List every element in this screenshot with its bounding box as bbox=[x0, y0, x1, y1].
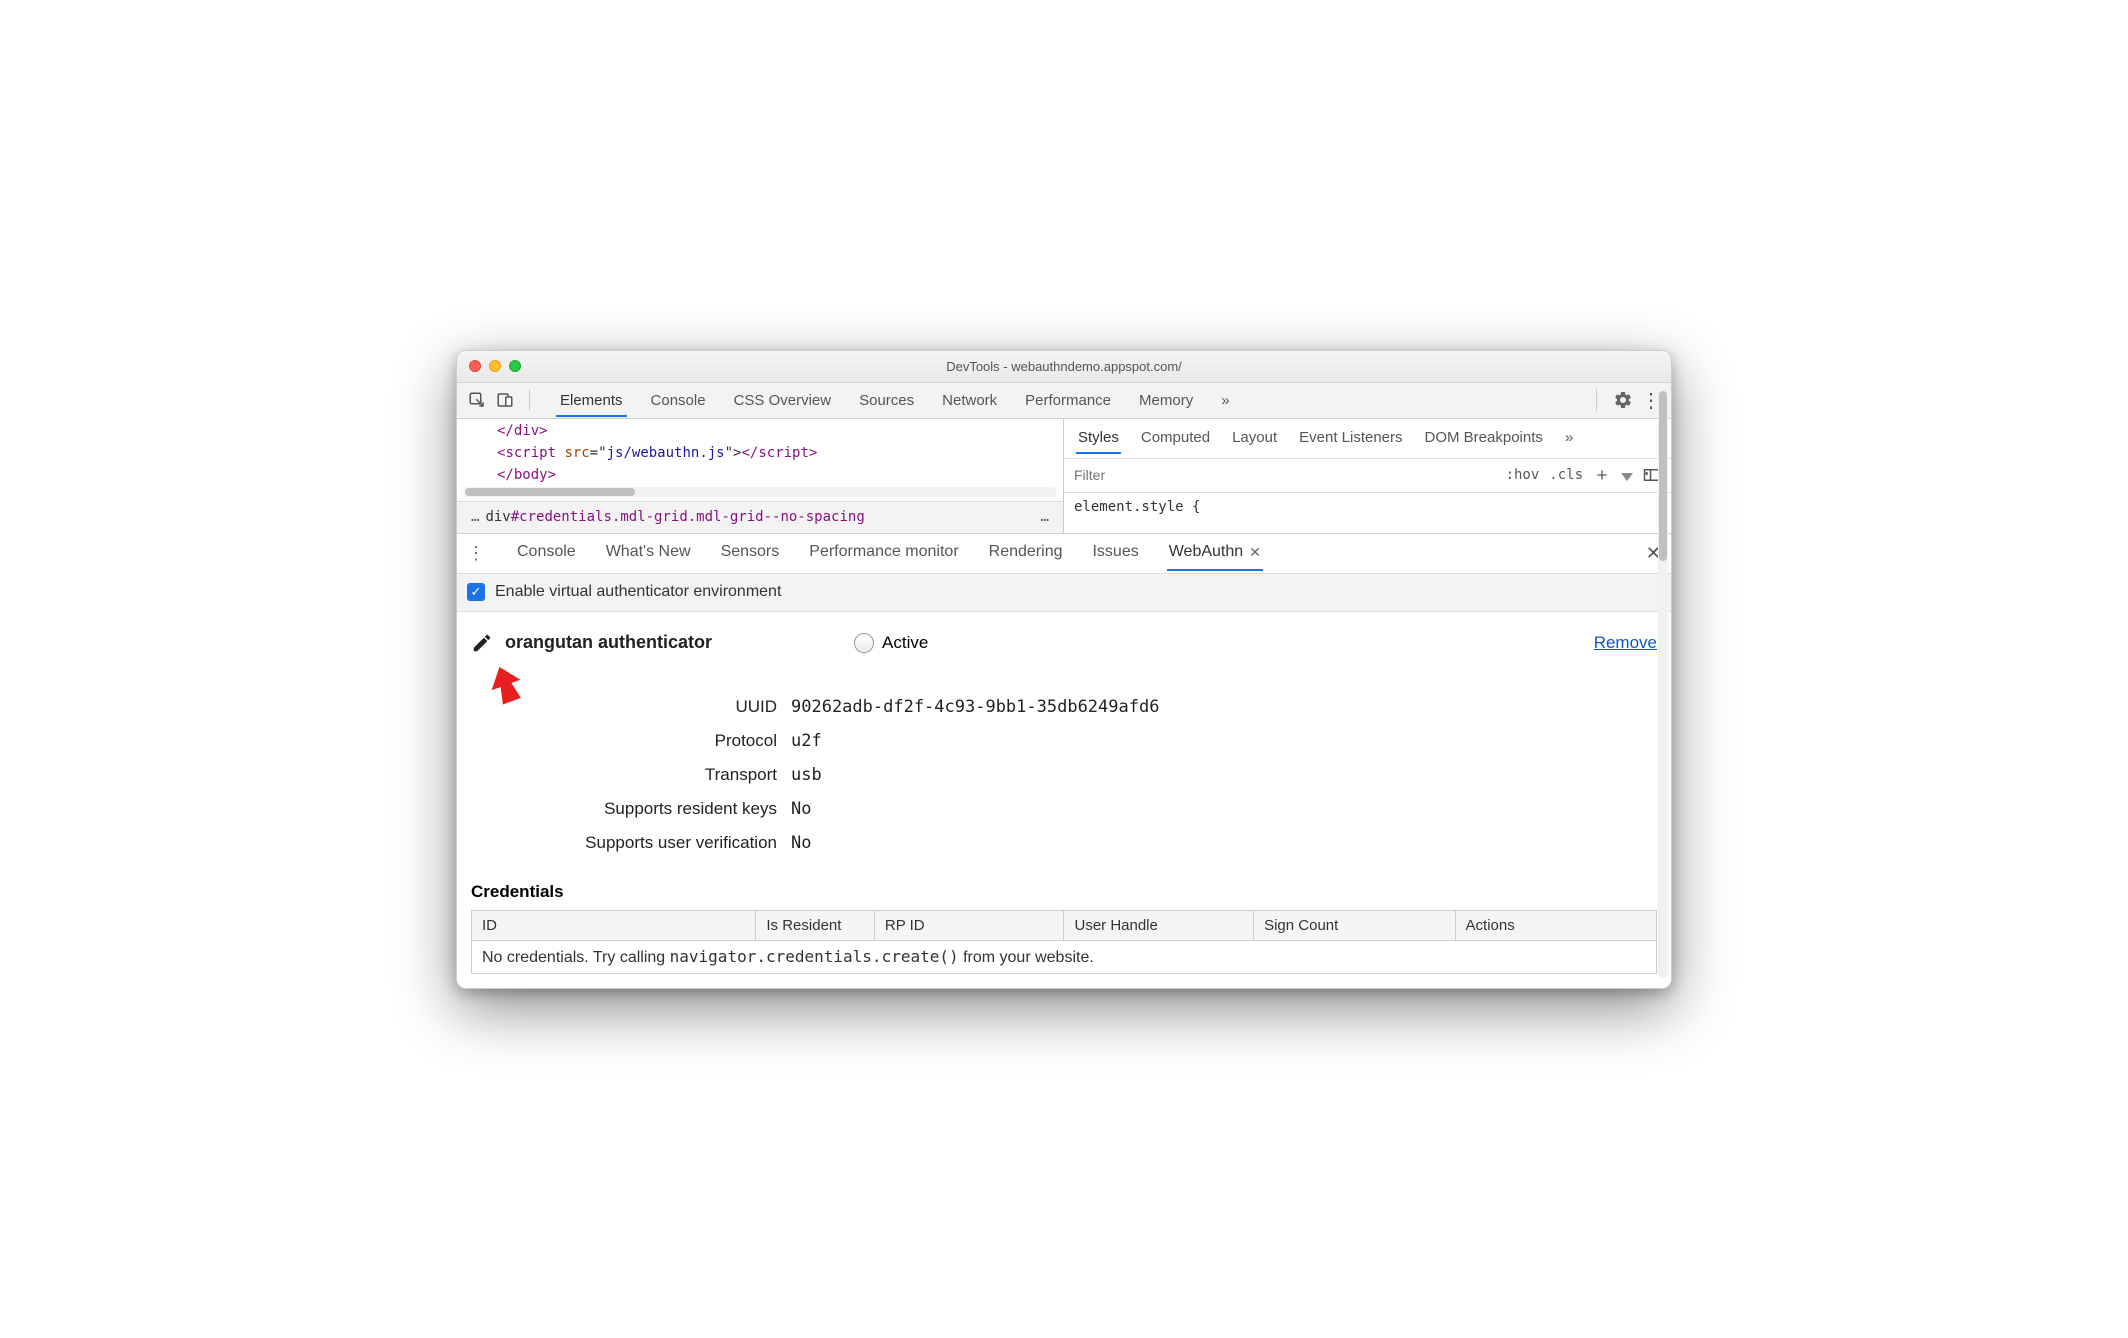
drawer-tab-rendering[interactable]: Rendering bbox=[987, 535, 1065, 571]
breadcrumb-left-more[interactable]: … bbox=[465, 509, 485, 525]
prop-value-uuid: 90262adb-df2f-4c93-9bb1-35db6249afd6 bbox=[791, 697, 1159, 717]
tab-elements[interactable]: Elements bbox=[556, 384, 627, 417]
col-signcount: Sign Count bbox=[1254, 910, 1455, 940]
titlebar: DevTools - webauthndemo.appspot.com/ bbox=[457, 351, 1671, 383]
styles-filter-input[interactable] bbox=[1064, 461, 1496, 489]
style-rule-options-icon[interactable] bbox=[1621, 473, 1633, 481]
device-toolbar-icon[interactable] bbox=[493, 388, 517, 412]
authenticator-properties: UUID90262adb-df2f-4c93-9bb1-35db6249afd6… bbox=[471, 690, 1657, 860]
breadcrumb-right-more[interactable]: … bbox=[1035, 509, 1055, 525]
col-rpid: RP ID bbox=[874, 910, 1064, 940]
prop-label-transport: Transport bbox=[471, 765, 791, 785]
drawer-tab-issues[interactable]: Issues bbox=[1090, 535, 1140, 571]
prop-value-protocol: u2f bbox=[791, 731, 822, 751]
credentials-empty-row: No credentials. Try calling navigator.cr… bbox=[472, 940, 1657, 973]
active-label: Active bbox=[882, 633, 928, 653]
right-tabs-overflow[interactable]: » bbox=[1563, 425, 1575, 454]
drawer-tabs: ⋮ Console What's New Sensors Performance… bbox=[457, 534, 1671, 574]
active-radio[interactable] bbox=[854, 633, 874, 653]
drawer-tab-webauthn[interactable]: WebAuthn ✕ bbox=[1167, 535, 1263, 571]
enable-virtual-auth-label: Enable virtual authenticator environment bbox=[495, 583, 781, 601]
tab-dom-breakpoints[interactable]: DOM Breakpoints bbox=[1423, 425, 1545, 454]
credentials-heading: Credentials bbox=[471, 882, 1657, 902]
tab-event-listeners[interactable]: Event Listeners bbox=[1297, 425, 1404, 454]
breadcrumb[interactable]: … div#credentials.mdl-grid.mdl-grid--no-… bbox=[457, 501, 1063, 533]
annotation-arrow-icon bbox=[483, 662, 529, 708]
prop-value-uv: No bbox=[791, 833, 811, 853]
tab-css-overview[interactable]: CSS Overview bbox=[730, 384, 836, 417]
tab-layout[interactable]: Layout bbox=[1230, 425, 1279, 454]
enable-virtual-auth-checkbox[interactable]: ✓ bbox=[467, 583, 485, 601]
col-userhandle: User Handle bbox=[1064, 910, 1254, 940]
drawer-tab-console[interactable]: Console bbox=[515, 535, 578, 571]
code-tag: </ bbox=[497, 423, 514, 439]
tab-styles[interactable]: Styles bbox=[1076, 425, 1121, 454]
elements-code-pane[interactable]: </div> <script src="js/webauthn.js"></sc… bbox=[457, 419, 1064, 533]
prop-label-protocol: Protocol bbox=[471, 731, 791, 751]
drawer-tab-whatsnew[interactable]: What's New bbox=[604, 535, 693, 571]
drawer-tab-perfmon[interactable]: Performance monitor bbox=[807, 535, 960, 571]
prop-label-uv: Supports user verification bbox=[471, 833, 791, 853]
drawer-tab-sensors[interactable]: Sensors bbox=[719, 535, 782, 571]
remove-authenticator-link[interactable]: Remove bbox=[1594, 633, 1657, 653]
hov-toggle[interactable]: :hov bbox=[1506, 467, 1540, 483]
tabs-overflow[interactable]: » bbox=[1217, 384, 1233, 417]
window-title: DevTools - webauthndemo.appspot.com/ bbox=[457, 359, 1671, 374]
prop-value-transport: usb bbox=[791, 765, 822, 785]
element-style-text: element.style { bbox=[1064, 493, 1671, 521]
tab-sources[interactable]: Sources bbox=[855, 384, 918, 417]
col-actions: Actions bbox=[1455, 910, 1656, 940]
new-style-rule-icon[interactable] bbox=[1593, 466, 1611, 484]
edit-name-icon[interactable] bbox=[471, 632, 493, 654]
tab-console[interactable]: Console bbox=[647, 384, 710, 417]
tab-memory[interactable]: Memory bbox=[1135, 384, 1197, 417]
tab-network[interactable]: Network bbox=[938, 384, 1001, 417]
col-isresident: Is Resident bbox=[756, 910, 875, 940]
drawer-more-icon[interactable]: ⋮ bbox=[467, 543, 485, 564]
col-id: ID bbox=[472, 910, 756, 940]
vertical-scrollbar[interactable] bbox=[1658, 391, 1668, 978]
main-tabs: Elements Console CSS Overview Sources Ne… bbox=[556, 384, 1582, 417]
inspect-icon[interactable] bbox=[465, 388, 489, 412]
close-tab-icon[interactable]: ✕ bbox=[1249, 544, 1261, 561]
settings-icon[interactable] bbox=[1611, 388, 1635, 412]
credentials-table: ID Is Resident RP ID User Handle Sign Co… bbox=[471, 910, 1657, 974]
cls-toggle[interactable]: .cls bbox=[1549, 467, 1583, 483]
styles-tabs: Styles Computed Layout Event Listeners D… bbox=[1064, 419, 1671, 459]
tab-computed[interactable]: Computed bbox=[1139, 425, 1212, 454]
authenticator-name: orangutan authenticator bbox=[505, 632, 712, 653]
prop-value-resident: No bbox=[791, 799, 811, 819]
tab-performance[interactable]: Performance bbox=[1021, 384, 1115, 417]
prop-label-resident: Supports resident keys bbox=[471, 799, 791, 819]
horizontal-scrollbar[interactable] bbox=[463, 487, 1057, 497]
